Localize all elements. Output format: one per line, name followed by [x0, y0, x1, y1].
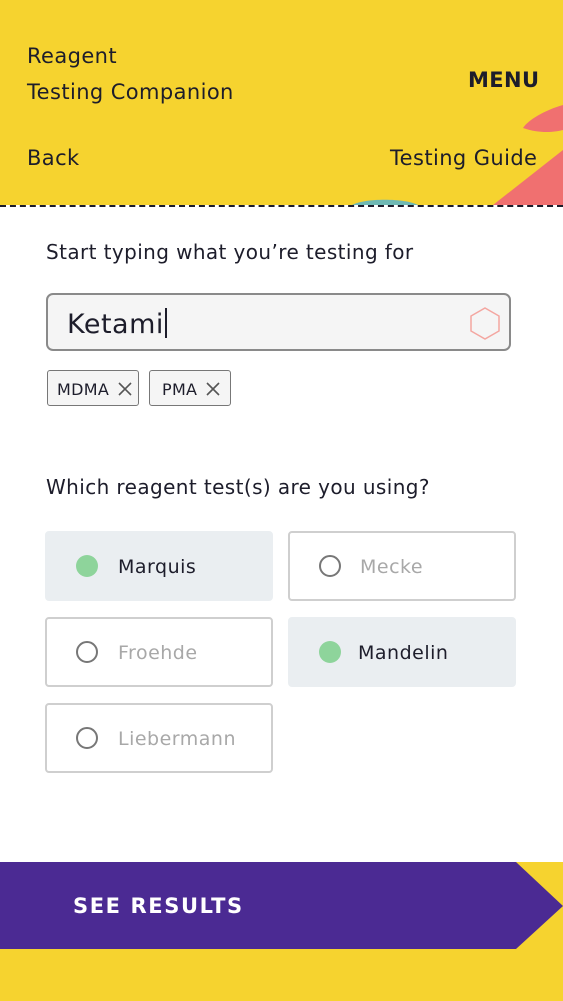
chip-label: PMA — [162, 380, 198, 399]
search-prompt: Start typing what you’re testing for — [46, 240, 414, 264]
reagent-option-label: Mandelin — [358, 642, 449, 664]
reagent-option-label: Froehde — [118, 642, 198, 664]
app-header: Reagent Testing Companion MENU Back Test… — [0, 0, 563, 205]
reagent-option-label: Mecke — [360, 556, 424, 578]
radio-selected-icon — [76, 555, 98, 577]
text-caret — [164, 308, 167, 338]
remove-chip-icon[interactable] — [206, 382, 220, 396]
testing-guide-link[interactable]: Testing Guide — [390, 146, 537, 170]
radio-unselected-icon — [76, 641, 98, 663]
header-divider — [0, 205, 563, 207]
reagent-option-marquis[interactable]: Marquis — [45, 531, 273, 601]
reagent-option-label: Marquis — [118, 556, 197, 578]
reagent-option-mecke[interactable]: Mecke — [288, 531, 516, 601]
radio-selected-icon — [319, 641, 341, 663]
radio-unselected-icon — [319, 555, 341, 577]
see-results-label: SEE RESULTS — [73, 894, 244, 918]
reagent-prompt: Which reagent test(s) are you using? — [46, 475, 430, 499]
reagent-option-mandelin[interactable]: Mandelin — [288, 617, 516, 687]
search-input-text: Ketami — [67, 309, 164, 340]
app-title-line-2: Testing Companion — [27, 80, 234, 104]
search-input-value[interactable]: Ketami — [67, 308, 167, 340]
hexagon-icon — [470, 307, 500, 340]
reagent-option-label: Liebermann — [118, 728, 237, 750]
app-title-line-1: Reagent — [27, 44, 118, 68]
back-link[interactable]: Back — [27, 146, 80, 170]
radio-unselected-icon — [76, 727, 98, 749]
reagent-option-liebermann[interactable]: Liebermann — [45, 703, 273, 773]
menu-button[interactable]: MENU — [468, 68, 539, 92]
see-results-button[interactable]: SEE RESULTS — [0, 862, 563, 949]
remove-chip-icon[interactable] — [118, 382, 132, 396]
app-title: Reagent Testing Companion — [27, 38, 234, 110]
reagent-option-froehde[interactable]: Froehde — [45, 617, 273, 687]
chip-label: MDMA — [57, 380, 110, 399]
substance-chip-mdma[interactable]: MDMA — [47, 370, 139, 406]
substance-chip-pma[interactable]: PMA — [149, 370, 231, 406]
substance-search-input[interactable]: Ketami — [46, 293, 511, 351]
